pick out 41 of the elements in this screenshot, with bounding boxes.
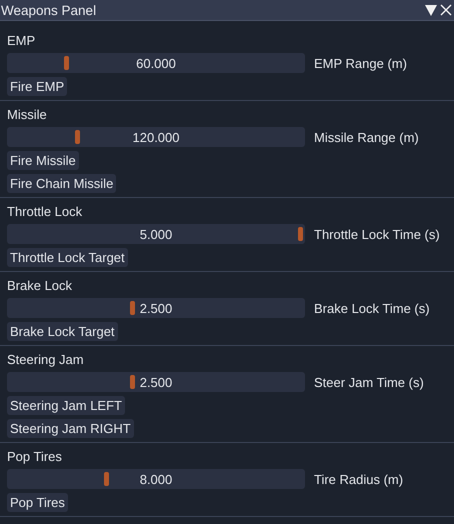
slider-label: Tire Radius (m): [314, 472, 404, 486]
slider-value: 5.000: [140, 226, 172, 242]
action-button[interactable]: Fire Chain Missile: [7, 174, 116, 193]
slider-value: 2.500: [140, 374, 172, 390]
slider-label: EMP Range (m): [314, 56, 407, 70]
slider-value: 2.500: [140, 300, 172, 316]
slider-thumb[interactable]: [75, 130, 80, 144]
window-title: Weapons Panel: [1, 2, 98, 18]
slider-track[interactable]: 120.000: [7, 127, 305, 147]
action-button[interactable]: Fire EMP: [7, 77, 68, 96]
slider-label: Steer Jam Time (s): [314, 374, 424, 390]
slider-thumb[interactable]: [298, 227, 303, 241]
collapse-triangle-icon[interactable]: [425, 4, 437, 16]
slider-label: Throttle Lock Time (s): [314, 226, 440, 242]
slider-track[interactable]: 2.500: [7, 298, 305, 318]
slider-label: Brake Lock Time (s): [314, 300, 430, 316]
action-button[interactable]: Pop Tires: [7, 493, 68, 512]
slider-thumb[interactable]: [64, 56, 69, 70]
slider-track[interactable]: 60.000: [7, 53, 305, 73]
action-button[interactable]: Fire Missile: [7, 151, 79, 170]
slider-thumb[interactable]: [130, 375, 136, 389]
slider-value: 8.000: [140, 472, 172, 486]
slider-track[interactable]: 2.500: [7, 372, 305, 392]
section-heading: Throttle Lock: [7, 204, 82, 220]
section-heading: Brake Lock: [7, 278, 72, 294]
section-heading: Steering Jam: [7, 352, 84, 368]
section-heading: EMP: [7, 33, 36, 49]
action-button[interactable]: Throttle Lock Target: [7, 248, 128, 267]
slider-value: 120.000: [132, 130, 180, 144]
action-button[interactable]: Steering Jam LEFT: [7, 396, 125, 415]
slider-thumb[interactable]: [130, 301, 136, 315]
slider-track[interactable]: 8.000: [7, 469, 305, 489]
action-button[interactable]: Steering Jam RIGHT: [7, 419, 134, 438]
slider-value: 60.000: [136, 56, 176, 70]
close-icon[interactable]: [440, 4, 452, 16]
action-button[interactable]: Brake Lock Target: [7, 322, 118, 341]
slider-track[interactable]: 5.000: [7, 224, 305, 244]
slider-label: Missile Range (m): [314, 130, 419, 144]
section-heading: Pop Tires: [7, 449, 62, 465]
slider-thumb[interactable]: [104, 472, 110, 486]
section-heading: Missile: [7, 107, 47, 123]
